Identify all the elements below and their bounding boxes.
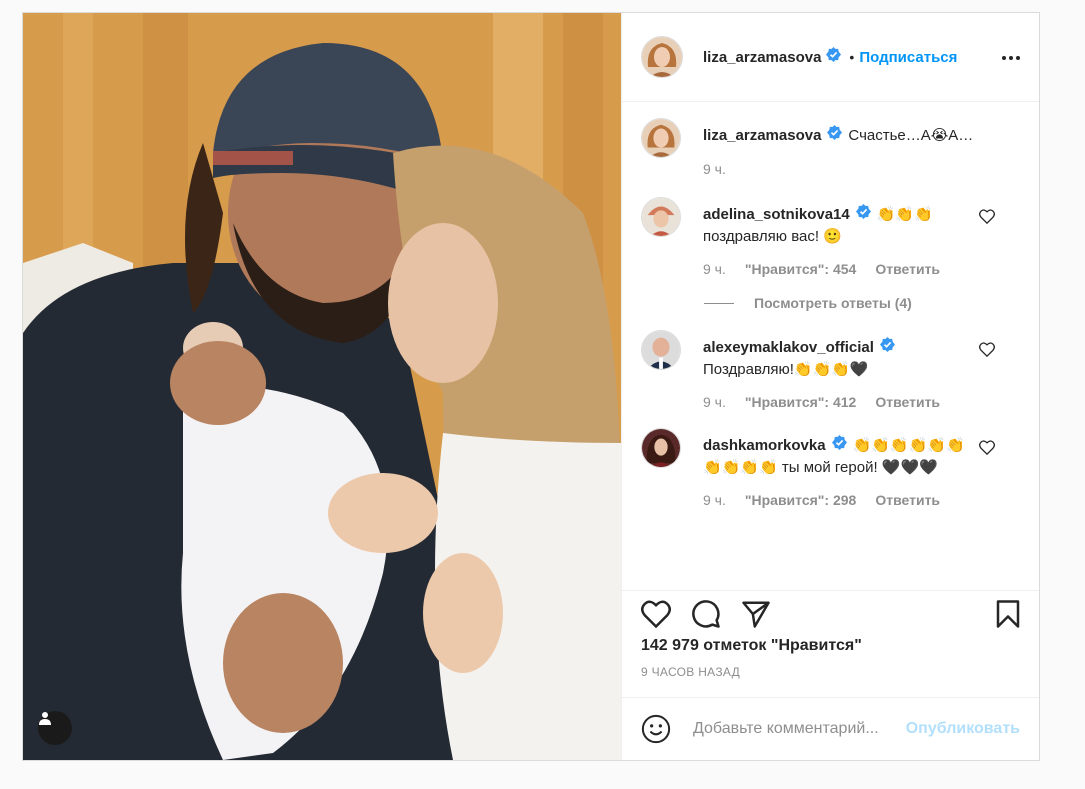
more-options-button[interactable] <box>1001 48 1021 66</box>
instagram-post: liza_arzamasova • Подписаться liza_arzam… <box>22 12 1040 761</box>
comment-avatar[interactable] <box>641 197 681 238</box>
caption: liza_arzamasova Счастье…А😭А… 9 ч. <box>641 118 1023 177</box>
comments-list[interactable]: liza_arzamasova Счастье…А😭А… 9 ч. adelin… <box>622 102 1039 591</box>
comment-likes[interactable]: "Нравится": 412 <box>745 394 856 410</box>
comment-time[interactable]: 9 ч. <box>703 261 726 277</box>
comment-username[interactable]: adelina_sotnikova14 <box>703 206 850 223</box>
comment-icon <box>692 600 720 628</box>
save-button[interactable] <box>995 599 1021 629</box>
comment-item: dashkamorkovka 👏👏👏👏👏👏👏👏👏👏 ты мой герой! … <box>641 428 1023 508</box>
post-header: liza_arzamasova • Подписаться <box>622 13 1039 102</box>
comment-composer: Опубликовать <box>622 697 1039 760</box>
verified-icon <box>827 125 843 147</box>
photo-illustration <box>23 13 621 760</box>
comment-time[interactable]: 9 ч. <box>703 492 726 508</box>
comment-avatar[interactable] <box>641 330 681 371</box>
comment-username[interactable]: alexeymaklakov_official <box>703 339 874 356</box>
emoji-icon <box>641 714 671 744</box>
caption-username[interactable]: liza_arzamasova <box>703 127 821 144</box>
more-icon <box>1001 48 1021 66</box>
like-comment-button[interactable] <box>979 440 995 460</box>
comment-time[interactable]: 9 ч. <box>703 394 726 410</box>
verified-icon <box>855 204 871 226</box>
verified-icon <box>826 47 842 67</box>
follow-button[interactable]: Подписаться <box>859 49 957 66</box>
comment-username[interactable]: dashkamorkovka <box>703 437 826 454</box>
view-replies-button[interactable]: Посмотреть ответы (4) <box>704 295 1023 311</box>
like-button[interactable] <box>641 600 671 628</box>
author-avatar[interactable] <box>641 36 683 78</box>
like-comment-button[interactable] <box>979 342 995 362</box>
comment-likes[interactable]: "Нравится": 454 <box>745 261 856 277</box>
post-details-panel: liza_arzamasova • Подписаться liza_arzam… <box>621 13 1039 760</box>
caption-time[interactable]: 9 ч. <box>703 161 726 177</box>
share-icon <box>742 601 770 628</box>
caption-avatar[interactable] <box>641 118 681 158</box>
heart-icon <box>979 209 995 225</box>
heart-icon <box>979 342 995 358</box>
comment-text: Поздравляю!👏👏👏🖤 <box>703 361 869 379</box>
like-comment-button[interactable] <box>979 209 995 229</box>
comment-likes[interactable]: "Нравится": 298 <box>745 492 856 508</box>
reply-button[interactable]: Ответить <box>875 261 940 277</box>
comment-button[interactable] <box>691 599 721 629</box>
post-actions <box>622 591 1039 637</box>
heart-icon <box>979 440 995 456</box>
user-tag-button[interactable] <box>38 711 72 745</box>
post-timestamp[interactable]: 9 ЧАСОВ НАЗАД <box>622 655 1039 679</box>
reply-button[interactable]: Ответить <box>875 394 940 410</box>
verified-icon <box>831 435 847 457</box>
bookmark-icon <box>996 600 1020 628</box>
reply-button[interactable]: Ответить <box>875 492 940 508</box>
heart-icon <box>641 600 671 628</box>
caption-text: Счастье…А😭А… <box>848 127 974 144</box>
separator-dot: • <box>849 49 855 65</box>
author-username[interactable]: liza_arzamasova <box>703 49 821 66</box>
comment-input[interactable] <box>691 719 906 739</box>
share-button[interactable] <box>741 600 771 628</box>
post-photo[interactable] <box>23 13 621 760</box>
replies-line <box>704 302 734 304</box>
likes-count[interactable]: 142 979 отметок "Нравится" <box>622 637 1039 655</box>
emoji-button[interactable] <box>641 714 671 744</box>
comment-avatar[interactable] <box>641 428 681 469</box>
verified-icon <box>879 337 895 359</box>
publish-button[interactable]: Опубликовать <box>906 720 1020 738</box>
view-replies-label: Посмотреть ответы (4) <box>754 295 912 312</box>
comment-item: alexeymaklakov_official Поздравляю!👏👏👏🖤 … <box>641 330 1023 410</box>
comment-item: adelina_sotnikova14 👏👏👏 поздравляю вас! … <box>641 197 1023 277</box>
